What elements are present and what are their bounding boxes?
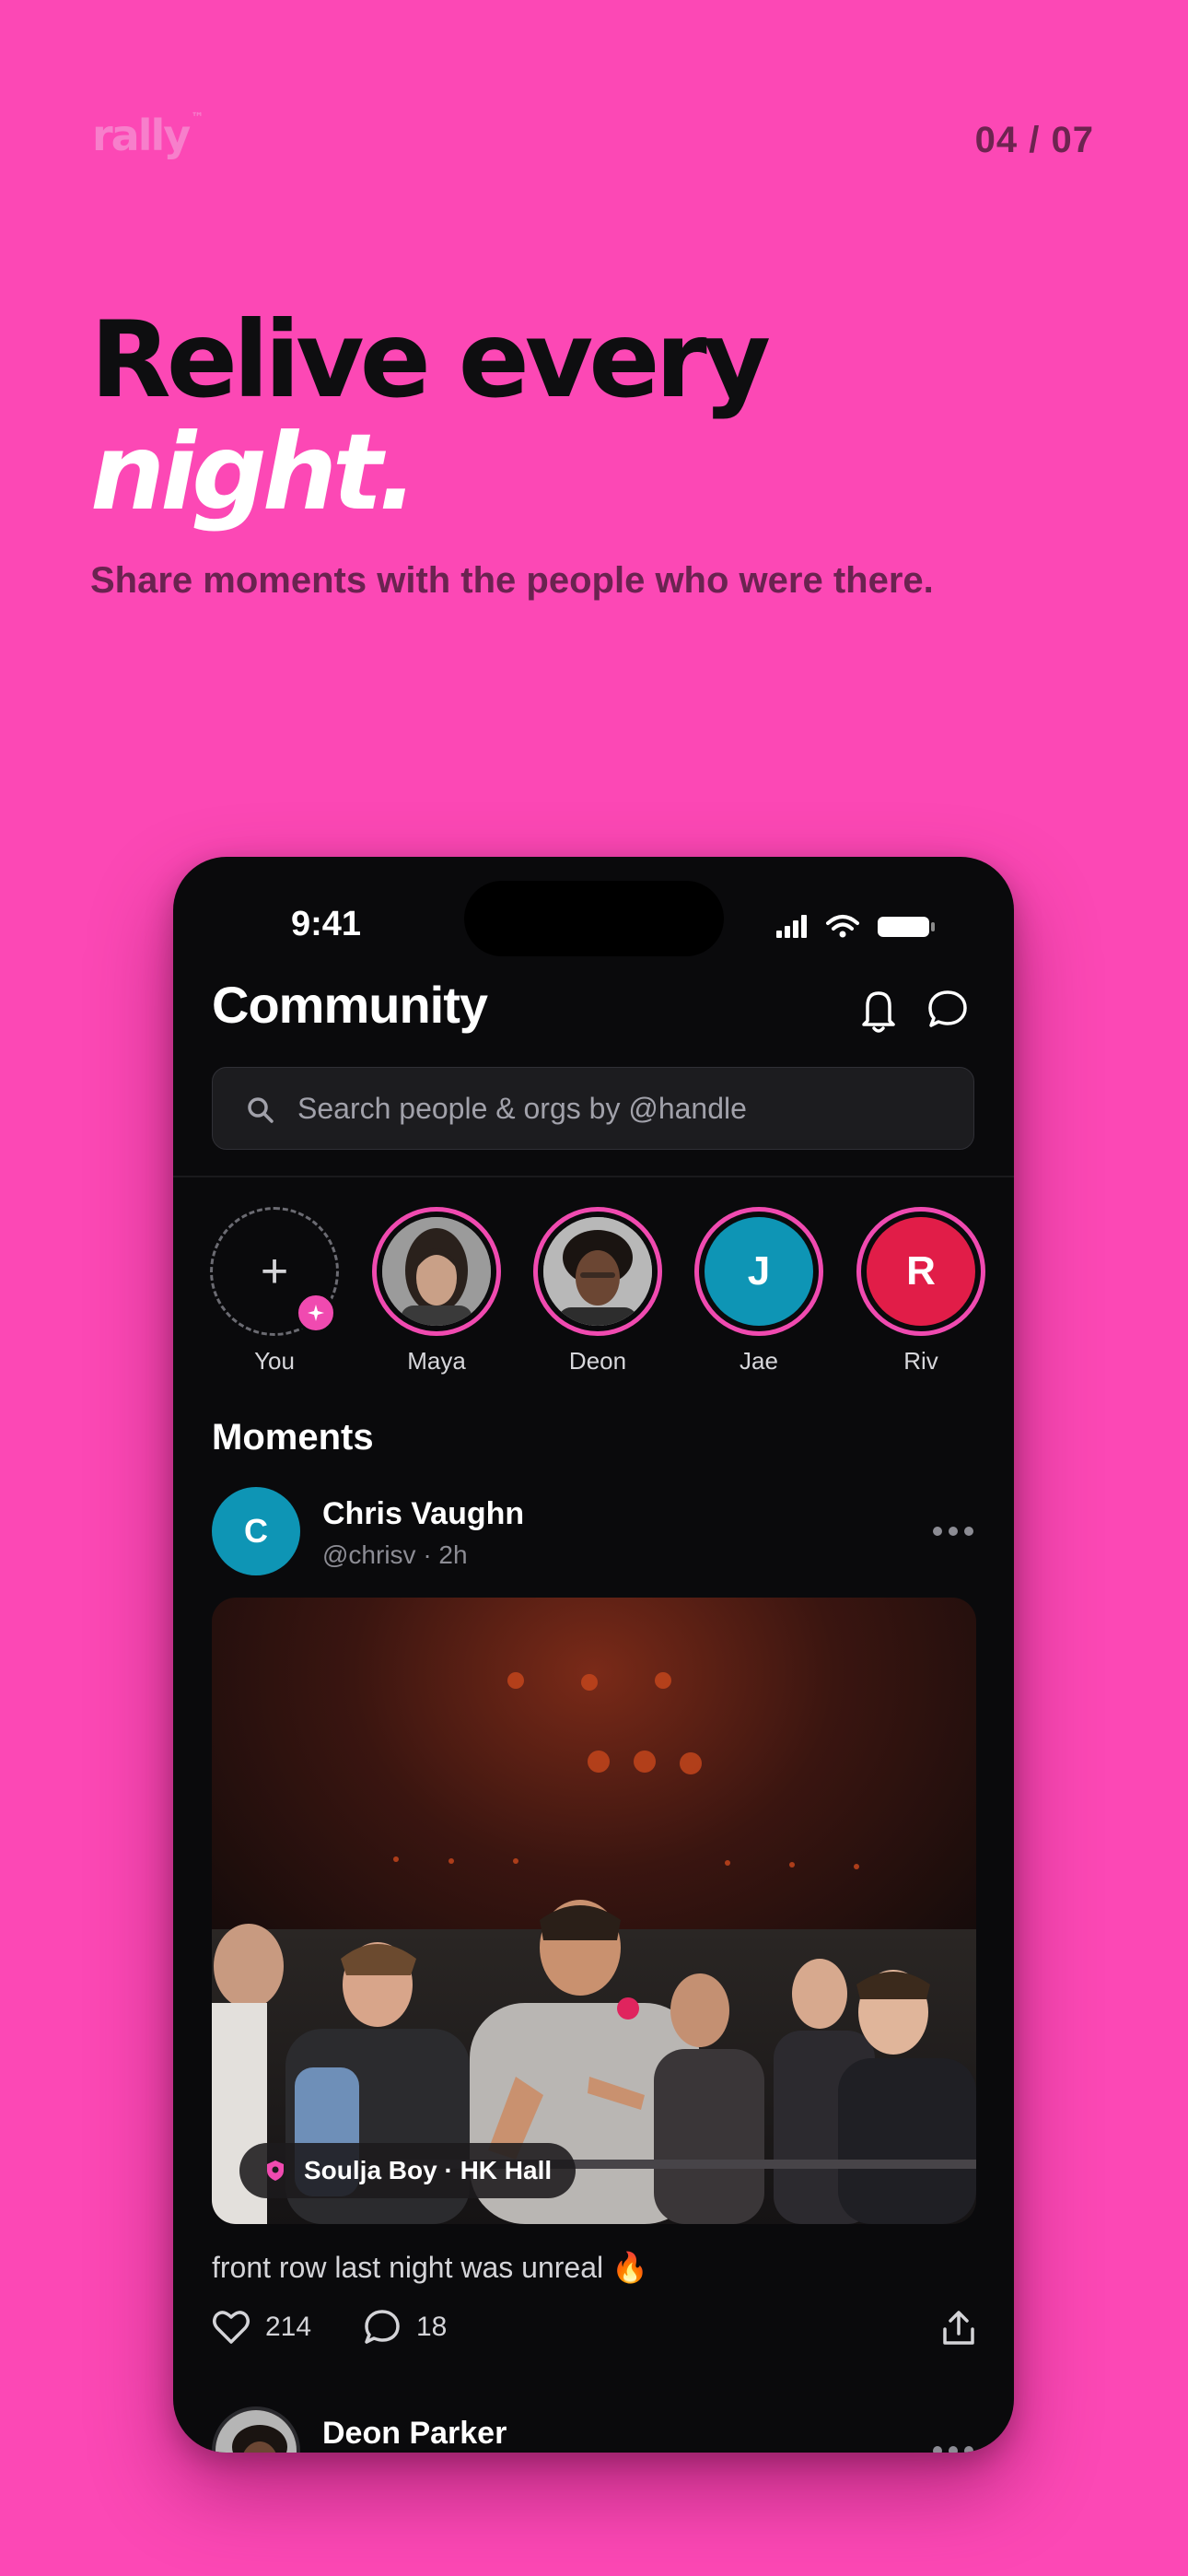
post-avatar[interactable]: C [212,1487,300,1575]
story-label: Jae [740,1347,778,1375]
post-photo[interactable]: Soulja Boy · HK Hall [212,1598,976,2224]
story-label: You [254,1347,295,1375]
story-ring [533,1207,662,1336]
event-tag-label: Soulja Boy · HK Hall [304,2156,553,2184]
story-jae[interactable]: J Jae [694,1207,823,1391]
story-riv[interactable]: R Riv [856,1207,985,1391]
avatar [382,1217,491,1326]
search-input[interactable] [297,1068,942,1149]
search-icon [248,1097,274,1123]
like-count: 214 [265,2312,312,2342]
story-maya[interactable]: Maya [372,1207,501,1391]
avatar: J [705,1217,813,1326]
header-divider [173,1176,1014,1177]
wifi-icon [826,915,859,931]
phone-mockup: 9:41 Community + You [173,857,1014,2453]
battery-icon [878,917,935,937]
post-caption: front row last night was unreal 🔥 [212,2251,648,2284]
next-post-author-name[interactable]: Deon Parker [322,2416,507,2452]
share-icon[interactable] [939,2309,978,2348]
status-time: 9:41 [291,905,362,943]
brand-mark: ™ [191,111,204,125]
heart-icon [213,2311,250,2344]
post-meta: @chrisv · 2h [322,1540,468,1569]
comment-button[interactable]: 18 [363,2307,447,2348]
section-title: Moments [212,1417,374,1458]
page-title: Community [212,976,488,1034]
next-post-avatar[interactable] [212,2406,300,2453]
more-icon[interactable] [930,1522,976,1540]
story-label: Riv [903,1347,938,1375]
like-button[interactable]: 214 [212,2307,311,2348]
search-bar[interactable] [212,1067,974,1150]
event-tag[interactable]: Soulja Boy · HK Hall [239,2143,577,2198]
brand-name: rally [92,111,191,160]
chat-icon[interactable] [926,988,969,1030]
story-ring: R [856,1207,985,1336]
post-author-name[interactable]: Chris Vaughn [322,1496,524,1532]
comment-icon [365,2310,400,2344]
story-label: Deon [568,1347,627,1375]
brand-logo: rally ™ [92,111,204,160]
story-label: Maya [407,1347,466,1375]
status-bar-icons [776,915,935,938]
story-ring [372,1207,501,1336]
page-indicator: 04 / 07 [974,120,1094,160]
headline: Relive every night. [90,304,771,533]
add-badge-icon [295,1292,337,1334]
avatar [543,1217,652,1326]
story-ring: J [694,1207,823,1336]
dynamic-island [464,881,724,956]
bell-icon[interactable] [856,986,901,1034]
ticket-icon [267,2160,284,2181]
subtitle: Share moments with the people who were t… [90,560,934,601]
story-deon[interactable]: Deon [533,1207,662,1391]
story-add[interactable]: + You [210,1207,339,1391]
headline-line2: night. [90,411,418,533]
signal-icon [776,915,807,938]
avatar: R [867,1217,975,1326]
comment-count: 18 [416,2312,448,2342]
headline-line1: Relive every [90,299,771,421]
more-icon[interactable] [930,2441,976,2453]
